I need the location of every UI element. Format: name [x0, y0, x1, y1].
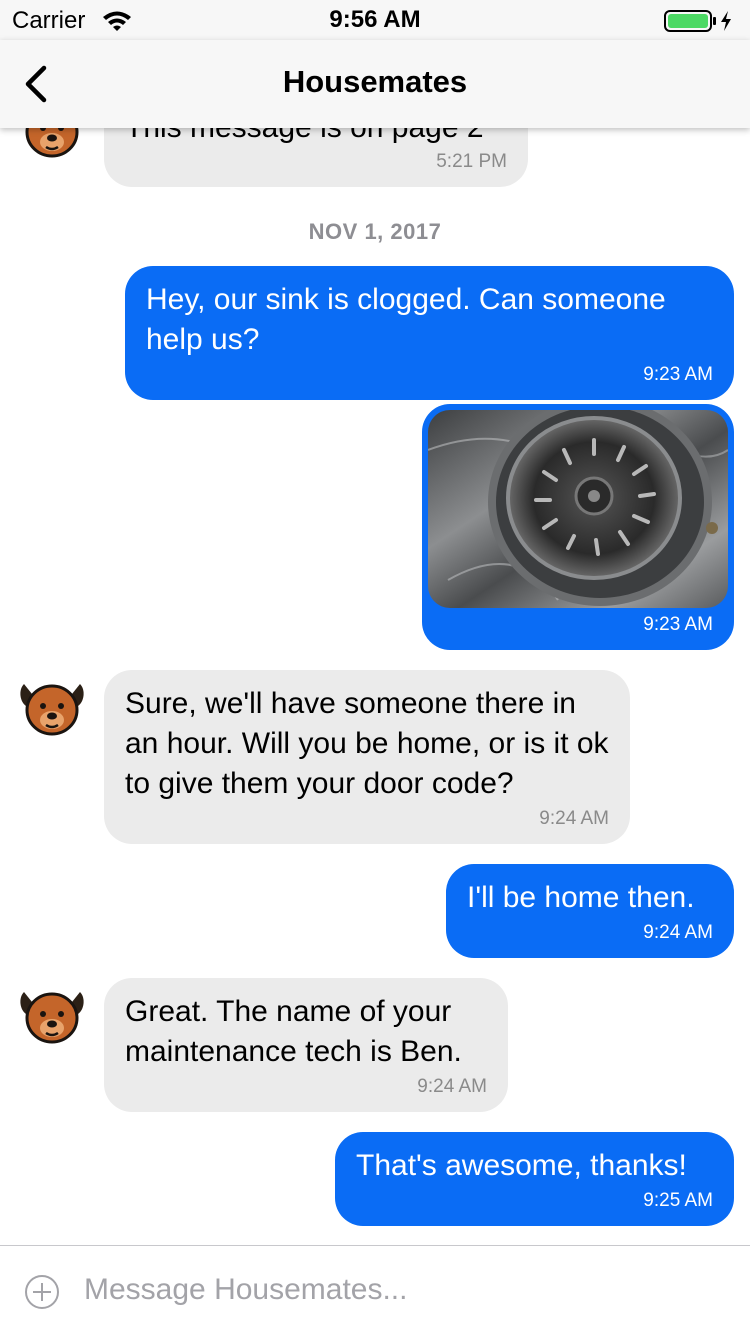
page-title: Housemates: [282, 64, 468, 99]
message-text: That's awesome, thanks!: [356, 1149, 687, 1182]
message-composer: [0, 1245, 750, 1335]
status-bar: Carrier 9:56 AM: [0, 0, 750, 40]
image-message-bubble[interactable]: 9:23 AM: [422, 404, 734, 650]
battery-icon: [664, 9, 738, 33]
date-separator: NOV 1, 2017: [308, 219, 442, 244]
add-attachment-button[interactable]: [24, 1274, 60, 1310]
message-bubble-incoming[interactable]: Great. The name of your maintenance tech…: [104, 978, 508, 1112]
message-time: 9:23 AM: [643, 364, 713, 385]
message-time: 9:23 AM: [643, 614, 713, 635]
message-time: 9:24 AM: [643, 922, 713, 943]
message-text: Great. The name of your maintenance tech…: [125, 995, 462, 1068]
message-input[interactable]: [84, 1266, 724, 1314]
message-time: 9:25 AM: [643, 1190, 713, 1211]
sink-drain-photo[interactable]: [428, 410, 728, 608]
message-bubble-incoming[interactable]: Sure, we'll have someone there in an hou…: [104, 670, 630, 844]
plus-circle-icon: [25, 1275, 59, 1309]
message-bubble-outgoing[interactable]: I'll be home then. 9:24 AM: [446, 864, 734, 958]
avatar: [16, 676, 88, 738]
message-text: Sure, we'll have someone there in an hou…: [125, 687, 609, 800]
chevron-left-icon: [25, 65, 47, 103]
message-time: 5:21 PM: [436, 151, 507, 172]
navigation-bar: Housemates: [0, 40, 750, 128]
message-bubble-outgoing[interactable]: Hey, our sink is clogged. Can someone he…: [125, 266, 734, 400]
back-button[interactable]: [18, 60, 58, 108]
message-time: 9:24 AM: [539, 808, 609, 829]
message-text: Hey, our sink is clogged. Can someone he…: [146, 283, 666, 356]
avatar: [16, 984, 88, 1046]
status-time: 9:56 AM: [329, 6, 421, 33]
message-time: 9:24 AM: [417, 1076, 487, 1097]
message-list[interactable]: This message is on page 2 5:21 PM NOV 1,…: [0, 0, 750, 1245]
message-bubble-outgoing[interactable]: That's awesome, thanks! 9:25 AM: [335, 1132, 734, 1226]
message-text: I'll be home then.: [467, 881, 695, 914]
